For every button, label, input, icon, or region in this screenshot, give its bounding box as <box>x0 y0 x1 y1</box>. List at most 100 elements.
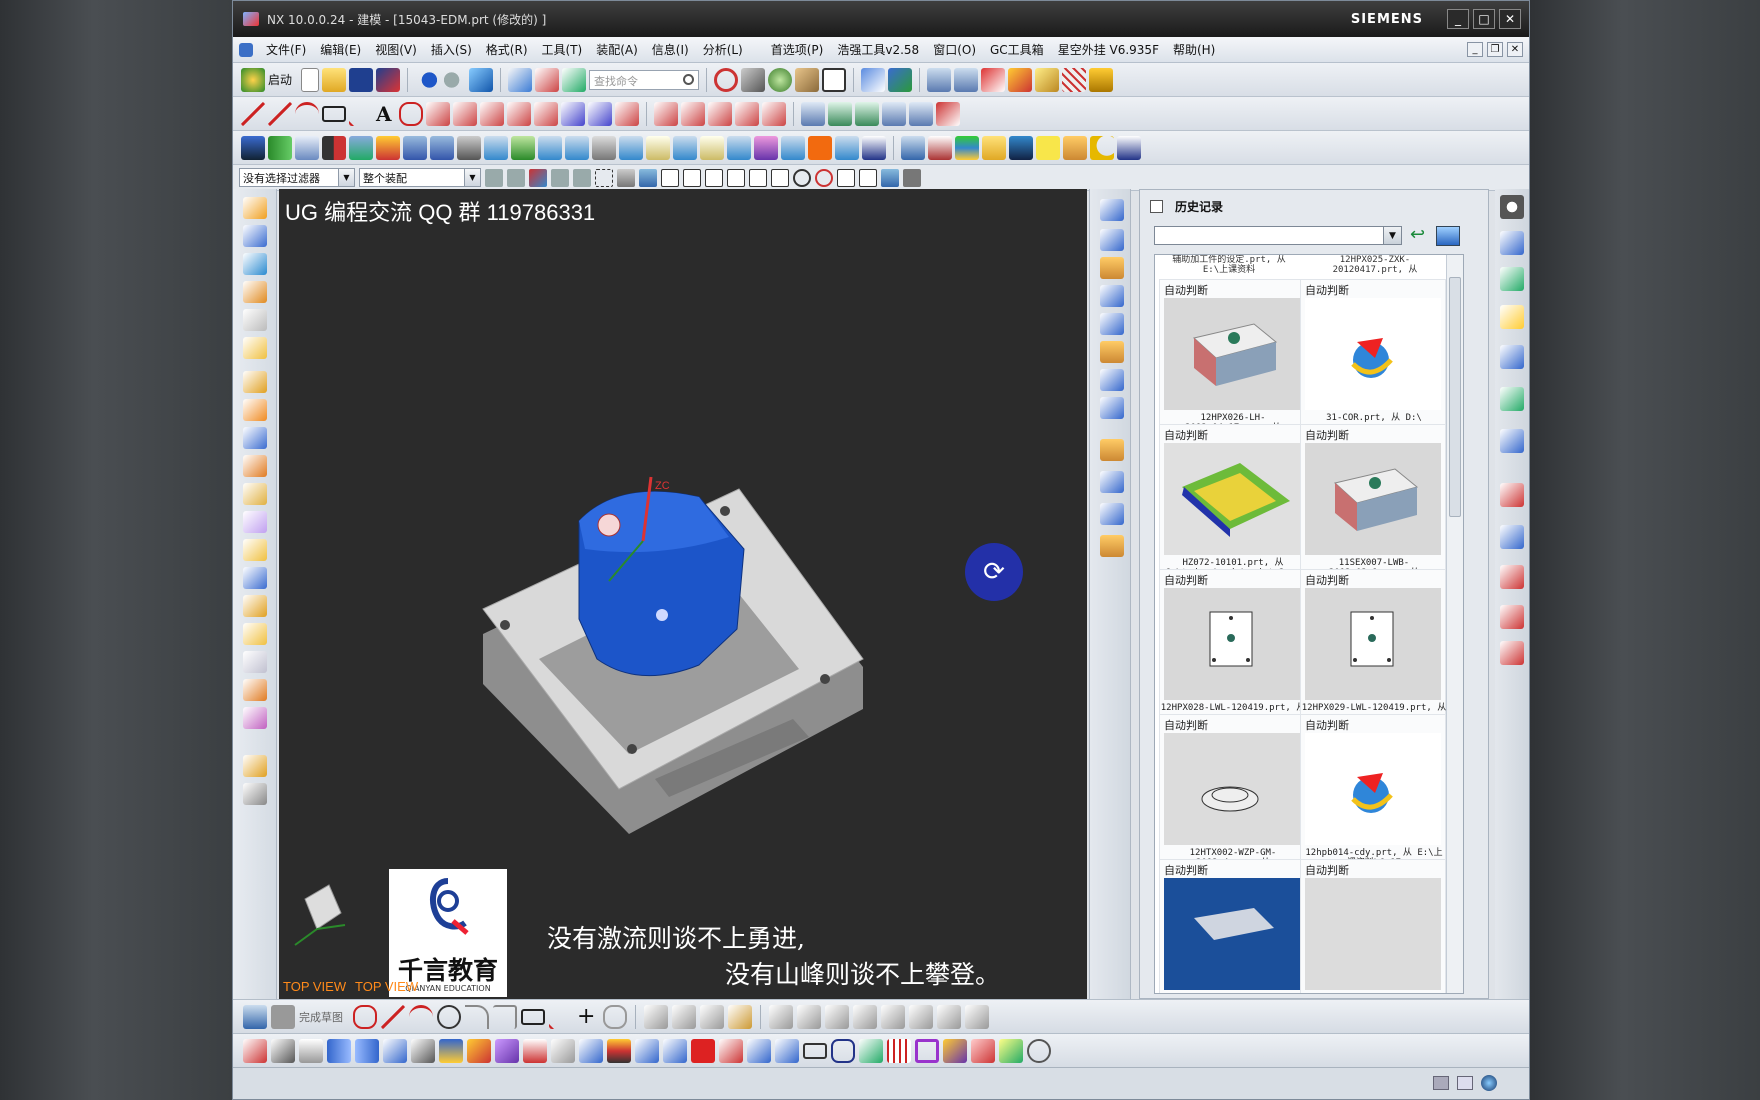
snap-quadrant-icon[interactable] <box>815 168 833 187</box>
menu-view[interactable]: 视图(V) <box>368 41 424 58</box>
finish-sketch-label[interactable]: 完成草图 <box>299 1009 343 1025</box>
menu-gc-toolbox[interactable]: GC工具箱 <box>983 41 1051 58</box>
menu-help[interactable]: 帮助(H) <box>1166 41 1222 58</box>
status-icon-2[interactable] <box>1457 1076 1473 1090</box>
tool14-icon[interactable] <box>781 135 805 160</box>
grid-icon[interactable] <box>1062 67 1087 92</box>
tool1-icon[interactable] <box>403 135 427 160</box>
history-list[interactable]: 辅助加工件的设定.prt, 从 E:\上课资料 12HPX025-ZXK-201… <box>1154 254 1464 994</box>
shell-icon[interactable] <box>551 1038 575 1063</box>
select-color-icon[interactable] <box>529 168 547 187</box>
document-icon[interactable] <box>299 1038 323 1063</box>
snap-control-icon[interactable] <box>749 168 767 187</box>
open-folder-icon[interactable] <box>322 67 347 92</box>
history-card-thumbnail[interactable] <box>1164 733 1300 845</box>
surface-tool-1-icon[interactable] <box>1100 199 1124 221</box>
export-icon[interactable] <box>901 135 925 160</box>
sketch-polyline-icon[interactable] <box>549 1004 573 1029</box>
book-icon[interactable] <box>295 135 319 160</box>
left-tool-4-icon[interactable] <box>243 281 267 303</box>
sketch-arc-icon[interactable] <box>409 1004 433 1029</box>
history-card-thumbnail[interactable] <box>1164 588 1300 700</box>
reuse-library-icon[interactable] <box>1500 345 1524 369</box>
tool9-icon[interactable] <box>646 135 670 160</box>
menu-format[interactable]: 格式(R) <box>479 41 535 58</box>
workplane-icon[interactable] <box>888 67 913 92</box>
back-arrow-icon[interactable]: ↩ <box>1410 226 1430 246</box>
tool6-icon[interactable] <box>565 135 589 160</box>
tool5-icon[interactable] <box>538 135 562 160</box>
menu-haoqiang-tools[interactable]: 浩强工具v2.58 <box>830 41 926 58</box>
wizard-icon[interactable] <box>1008 67 1033 92</box>
start-label[interactable]: 启动 <box>268 71 292 88</box>
measure-icon[interactable] <box>1089 67 1114 92</box>
sketch-offset-icon[interactable] <box>603 1004 627 1029</box>
snap-curve-icon[interactable] <box>727 168 745 187</box>
left-tool-6-icon[interactable] <box>243 337 267 359</box>
shaded-view-icon[interactable] <box>741 67 766 92</box>
left-tool-8-icon[interactable] <box>243 399 267 421</box>
line2-icon[interactable] <box>268 101 292 126</box>
web-browser-icon[interactable] <box>1500 429 1524 453</box>
hole-icon[interactable] <box>635 1038 659 1063</box>
history-card-thumbnail[interactable] <box>1305 588 1441 700</box>
graphics-viewport[interactable]: UG 编程交流 QQ 群 119786331 ZC ⟳ 千言教育 QIANYAN… <box>279 189 1087 999</box>
start-icon[interactable] <box>241 67 265 92</box>
replace-face-icon[interactable] <box>775 1038 799 1063</box>
arc-icon[interactable] <box>295 101 319 126</box>
axis-icon[interactable] <box>859 1038 883 1063</box>
sketch-circle-icon[interactable] <box>437 1004 461 1029</box>
left-tool-17-icon[interactable] <box>243 651 267 673</box>
sketch-relations-icon[interactable] <box>797 1004 821 1029</box>
box-icon[interactable] <box>467 1038 491 1063</box>
history-card[interactable]: 自动判断12hpb014-cdy.prt, 从 E:\上课资料\6.17 <box>1300 714 1446 874</box>
menu-edit[interactable]: 编辑(E) <box>313 41 368 58</box>
section-curve-icon[interactable] <box>561 101 585 126</box>
surface5-icon[interactable] <box>909 101 933 126</box>
sketch-point-icon[interactable]: + <box>577 1004 599 1029</box>
chevron-down-icon[interactable]: ▼ <box>338 169 354 186</box>
menu-window[interactable]: 窗口(O) <box>926 41 983 58</box>
spline-icon[interactable] <box>399 101 423 126</box>
surface-tool-7-icon[interactable] <box>1100 369 1124 391</box>
left-tool-5-icon[interactable] <box>243 309 267 331</box>
left-tool-16-icon[interactable] <box>243 623 267 645</box>
surface3-icon[interactable] <box>855 101 879 126</box>
rectangle-icon[interactable] <box>322 105 346 122</box>
move-icon[interactable] <box>861 67 886 92</box>
history-filter-select[interactable]: ▼ <box>1154 226 1402 245</box>
left-tool-12-icon[interactable] <box>243 511 267 533</box>
left-tool-3-icon[interactable] <box>243 253 267 275</box>
maximize-button[interactable]: □ <box>1473 9 1495 29</box>
left-tool-7-icon[interactable] <box>243 371 267 393</box>
render-style-icon[interactable] <box>469 67 494 92</box>
offset-face-icon[interactable] <box>747 1038 771 1063</box>
left-tool-19-icon[interactable] <box>243 707 267 729</box>
intersect-curve-icon[interactable] <box>534 101 558 126</box>
layer-settings-icon[interactable] <box>954 67 979 92</box>
sketch-pattern-icon[interactable] <box>853 1004 877 1029</box>
doc-minimize-button[interactable]: _ <box>1467 42 1483 57</box>
save-as-icon[interactable] <box>376 67 401 92</box>
tool13-icon[interactable] <box>754 135 778 160</box>
tool15-icon[interactable] <box>835 135 859 160</box>
status-icon-1[interactable] <box>1433 1076 1449 1090</box>
left-tool-20-icon[interactable] <box>243 755 267 777</box>
calculator-icon[interactable] <box>1063 135 1087 160</box>
sketch-icon[interactable] <box>243 1004 267 1029</box>
tool2-icon[interactable] <box>430 135 454 160</box>
snap-on-curve-icon[interactable] <box>859 168 877 187</box>
history-card[interactable]: 自动判断 12HPX029-LWL-120419.prt, 从 <box>1300 569 1446 729</box>
purple-square-icon[interactable] <box>915 1038 939 1063</box>
extend-icon[interactable] <box>681 101 705 126</box>
roles-icon[interactable] <box>1500 565 1524 589</box>
command-search-input[interactable]: 查找命令 <box>589 69 700 90</box>
palette-icon[interactable] <box>1500 641 1524 665</box>
left-tool-2-icon[interactable] <box>243 225 267 247</box>
left-tool-1-icon[interactable] <box>243 197 267 219</box>
mirror-icon[interactable] <box>322 135 346 160</box>
feature-icon[interactable] <box>349 135 373 160</box>
sketch-tool1-icon[interactable] <box>909 1004 933 1029</box>
history-card-thumbnail[interactable] <box>1164 298 1300 410</box>
layer-icon[interactable] <box>927 67 952 92</box>
